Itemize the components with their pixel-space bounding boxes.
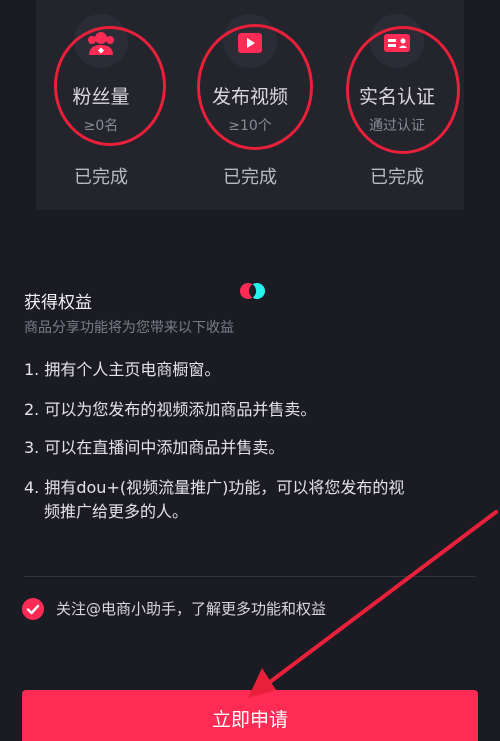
annotation-circle — [54, 26, 166, 146]
benefits-subtitle: 商品分享功能将为您带来以下收益 — [24, 320, 234, 336]
app-logo-icon — [240, 283, 265, 299]
annotation-circle — [346, 26, 460, 154]
agreement-text: 关注@电商小助手，了解更多功能和权益 — [56, 600, 327, 618]
divider — [24, 576, 476, 577]
requirement-status: 已完成 — [370, 167, 424, 188]
benefit-item: 4. 拥有dou+(视频流量推广)功能，可以将您发布的视 — [24, 478, 405, 497]
benefit-item: 1. 拥有个人主页电商橱窗。 — [24, 360, 221, 379]
benefit-item: 2. 可以为您发布的视频添加商品并售卖。 — [24, 400, 317, 419]
benefit-item-continued: 频推广给更多的人。 — [44, 502, 189, 521]
benefit-item: 3. 可以在直播间中添加商品并售卖。 — [24, 438, 285, 457]
requirement-status: 已完成 — [223, 167, 277, 188]
agreement-row[interactable]: 关注@电商小助手，了解更多功能和权益 — [22, 596, 482, 622]
requirement-status: 已完成 — [74, 167, 128, 188]
apply-now-button[interactable]: 立即申请 — [22, 690, 478, 741]
benefits-title: 获得权益 — [24, 293, 92, 313]
agreement-checkbox[interactable] — [22, 598, 44, 620]
checkmark-icon — [26, 604, 40, 615]
annotation-circle — [197, 24, 313, 150]
